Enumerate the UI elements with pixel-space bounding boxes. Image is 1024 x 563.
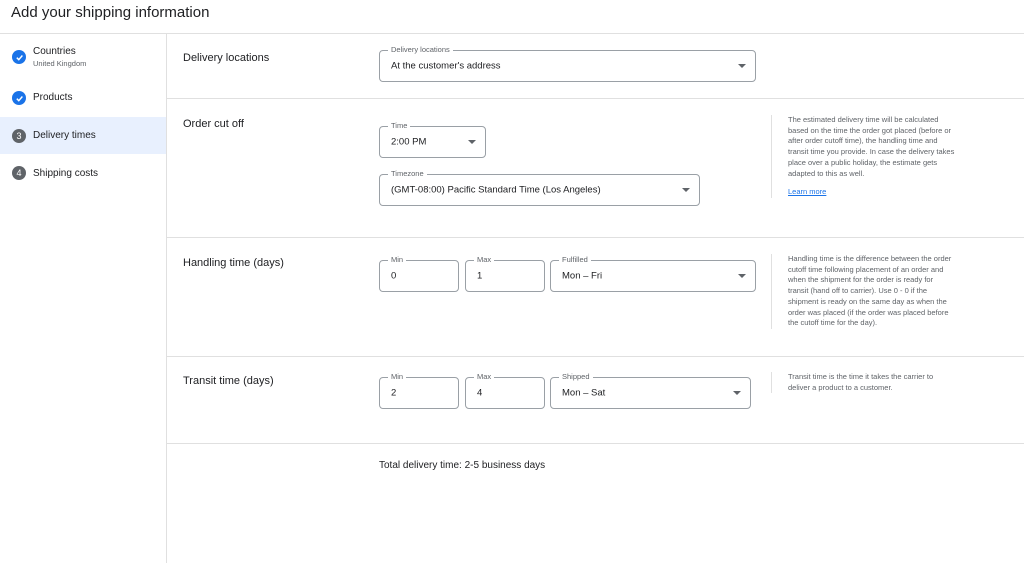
field-value: 1 [477, 270, 483, 282]
field-value: 4 [477, 387, 483, 399]
field-value: Mon – Sat [562, 387, 606, 399]
handling-time-help: Handling time is the difference between … [771, 254, 955, 329]
delivery-locations-select[interactable]: Delivery locations At the customer's add… [379, 45, 756, 82]
field-label: Max [474, 255, 495, 264]
learn-more-link[interactable]: Learn more [788, 187, 826, 198]
section-title: Order cut off [183, 118, 244, 130]
handling-min-input[interactable]: Min 0 [379, 255, 459, 292]
time-select[interactable]: Time 2:00 PM [379, 121, 486, 158]
field-value: At the customer's address [391, 60, 501, 72]
field-value: Mon – Fri [562, 270, 603, 282]
handling-max-input[interactable]: Max 1 [465, 255, 545, 292]
help-text: Transit time is the time it takes the ca… [788, 372, 934, 392]
dropdown-arrow-icon [682, 188, 690, 192]
field-label: Shipped [559, 372, 593, 381]
dropdown-arrow-icon [733, 391, 741, 395]
field-value: (GMT-08:00) Pacific Standard Time (Los A… [391, 184, 601, 196]
transit-time-help: Transit time is the time it takes the ca… [771, 372, 955, 394]
step-delivery-times[interactable]: 3 Delivery times [0, 117, 166, 154]
stepper-sidebar: Countries United Kingdom Products 3 Deli… [0, 34, 167, 563]
transit-max-input[interactable]: Max 4 [465, 372, 545, 409]
handling-time-section: Handling time (days) Min 0 Max 1 Fulfill… [167, 238, 1024, 357]
help-text: Handling time is the difference between … [788, 254, 952, 328]
order-cutoff-help: The estimated delivery time will be calc… [771, 115, 955, 198]
check-circle-icon [12, 91, 26, 105]
field-value: 2:00 PM [391, 136, 427, 148]
order-cutoff-section: Order cut off Time 2:00 PM Timezone (GMT… [167, 99, 1024, 238]
field-label: Delivery locations [388, 45, 453, 54]
field-label: Max [474, 372, 495, 381]
fulfilled-days-select[interactable]: Fulfilled Mon – Fri [550, 255, 756, 292]
shipped-days-select[interactable]: Shipped Mon – Sat [550, 372, 751, 409]
dropdown-arrow-icon [738, 274, 746, 278]
step-label: Products [33, 92, 73, 103]
field-label: Min [388, 372, 407, 381]
dropdown-arrow-icon [468, 140, 476, 144]
delivery-times-form: Delivery locations Delivery locations At… [167, 34, 1024, 563]
step-products[interactable]: Products [0, 80, 166, 116]
field-label: Min [388, 255, 407, 264]
field-label: Fulfilled [559, 255, 591, 264]
field-value: 2 [391, 387, 397, 399]
step-label: Countries [33, 46, 76, 57]
step-countries[interactable]: Countries United Kingdom [0, 34, 166, 78]
help-text: The estimated delivery time will be calc… [788, 115, 955, 178]
field-label: Time [388, 121, 411, 130]
dropdown-arrow-icon [738, 64, 746, 68]
check-circle-icon [12, 50, 26, 64]
step-number-4-icon: 4 [12, 166, 26, 180]
transit-time-section: Transit time (days) Min 2 Max 4 Shipped … [167, 357, 1024, 444]
step-label: Shipping costs [33, 168, 99, 179]
step-number-3-icon: 3 [12, 129, 26, 143]
section-title: Handling time (days) [183, 257, 284, 269]
timezone-select[interactable]: Timezone (GMT-08:00) Pacific Standard Ti… [379, 169, 700, 206]
total-delivery-time: Total delivery time: 2-5 business days [379, 460, 546, 471]
transit-min-input[interactable]: Min 2 [379, 372, 459, 409]
step-sublabel: United Kingdom [33, 59, 87, 68]
step-label: Delivery times [33, 130, 96, 141]
section-title: Delivery locations [183, 52, 270, 64]
field-label: Timezone [388, 169, 427, 178]
page-title: Add your shipping information [11, 4, 210, 21]
step-shipping-costs[interactable]: 4 Shipping costs [0, 155, 166, 191]
section-title: Transit time (days) [183, 375, 274, 387]
delivery-locations-section: Delivery locations Delivery locations At… [167, 34, 1024, 99]
field-value: 0 [391, 270, 397, 282]
